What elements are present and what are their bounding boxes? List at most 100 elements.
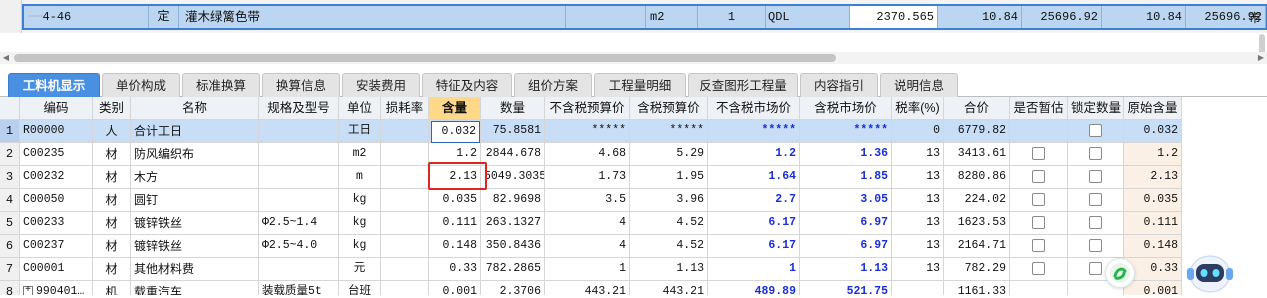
col-header-content[interactable]: 含量 — [429, 97, 481, 120]
cell-p1[interactable]: 4 — [545, 235, 630, 258]
cell-lock[interactable] — [1068, 235, 1124, 258]
table-row[interactable]: 4 C00050 材圆钉 kg 0.035 82.9698 3.5 3.96 2.7 3.05 13… — [0, 189, 1267, 212]
col-header[interactable]: 锁定数量 — [1068, 97, 1124, 120]
cell-qty[interactable]: 2.3706 — [481, 281, 545, 295]
cell-code[interactable]: C00237 — [20, 235, 93, 258]
cell-type[interactable]: 机 — [93, 281, 131, 295]
col-header[interactable]: 规格及型号 — [259, 97, 339, 120]
cell-p3[interactable]: 2.7 — [708, 189, 800, 212]
cell-unit[interactable]: 台班 — [339, 281, 381, 295]
cell-loss[interactable] — [381, 281, 429, 295]
cell-loss[interactable] — [381, 235, 429, 258]
cell-code[interactable]: C00050 — [20, 189, 93, 212]
checkbox[interactable] — [1089, 170, 1102, 184]
selected-quota-row[interactable]: ┈┈4-46 定 灌木绿篱色带 m2 1 QDL 2370.565 10.84 … — [22, 4, 1267, 30]
checkbox[interactable] — [1089, 216, 1102, 230]
checkbox[interactable] — [1032, 262, 1045, 276]
cell-p1[interactable]: 4.68 — [545, 143, 630, 166]
cell-total[interactable]: 224.02 — [944, 189, 1010, 212]
cell-total[interactable]: 2164.71 — [944, 235, 1010, 258]
assistant-logo-icon[interactable] — [1105, 258, 1135, 288]
cell-content[interactable]: 0.111 — [429, 212, 481, 235]
cell-p3[interactable]: 1.64 — [708, 166, 800, 189]
cell-loss[interactable] — [381, 212, 429, 235]
cell-orig[interactable]: 0.148 — [1124, 235, 1182, 258]
cell-lock[interactable] — [1068, 120, 1124, 143]
cell-orig[interactable]: 1.2 — [1124, 143, 1182, 166]
cell-p4[interactable]: 1.13 — [800, 258, 892, 281]
cell-tax[interactable]: 13 — [892, 166, 944, 189]
cell-orig[interactable]: 0.111 — [1124, 212, 1182, 235]
scroll-left-icon[interactable]: ◀ — [0, 52, 12, 64]
tab-conversion-info[interactable]: 换算信息 — [262, 73, 340, 97]
cell-est[interactable] — [1010, 212, 1068, 235]
col-header[interactable]: 原始含量 — [1124, 97, 1182, 120]
cell-code[interactable]: R00000 — [20, 120, 93, 143]
cell-tax[interactable]: 13 — [892, 212, 944, 235]
tab-pricing-scheme[interactable]: 组价方案 — [514, 73, 592, 97]
cell-p4[interactable]: 3.05 — [800, 189, 892, 212]
cell-type[interactable]: 材 — [93, 258, 131, 281]
cell-spec[interactable] — [259, 120, 339, 143]
col-header[interactable]: 编码 — [20, 97, 93, 120]
tab-unit-price[interactable]: 单价构成 — [102, 73, 180, 97]
checkbox[interactable] — [1089, 239, 1102, 253]
cell-p3[interactable]: 1 — [708, 258, 800, 281]
tab-features[interactable]: 特征及内容 — [422, 73, 512, 97]
cell-spec[interactable]: Φ2.5~4.0 — [259, 235, 339, 258]
tab-description[interactable]: 说明信息 — [880, 73, 958, 97]
col-header[interactable]: 不含税市场价 — [708, 97, 800, 120]
checkbox[interactable] — [1032, 170, 1045, 184]
tab-quantity-detail[interactable]: 工程量明细 — [594, 73, 686, 97]
cell-type[interactable]: 材 — [93, 189, 131, 212]
cell-loss[interactable] — [381, 189, 429, 212]
cell-lock[interactable] — [1068, 189, 1124, 212]
cell-est[interactable] — [1010, 166, 1068, 189]
cell-p3[interactable]: 6.17 — [708, 212, 800, 235]
cell-p4[interactable]: 6.97 — [800, 235, 892, 258]
col-header[interactable]: 单位 — [339, 97, 381, 120]
cell-p1[interactable]: ***** — [545, 120, 630, 143]
cell-est[interactable] — [1010, 281, 1068, 295]
table-row[interactable]: 8 +990401… 机载重汽车 装载质量5t 台班 0.001 2.3706 443.21 4… — [0, 281, 1267, 295]
cell-p1[interactable]: 1.73 — [545, 166, 630, 189]
cell-tax[interactable] — [892, 281, 944, 295]
cell-orig[interactable]: 0.035 — [1124, 189, 1182, 212]
cell-content[interactable]: 0.001 — [429, 281, 481, 295]
table-row[interactable]: 7 C00001 材其他材料费元 0.33 782.2865 1 1.13 1 1.13 13 78… — [0, 258, 1267, 281]
cell-loss[interactable] — [381, 120, 429, 143]
checkbox[interactable] — [1032, 193, 1045, 207]
cell-unit[interactable]: kg — [339, 189, 381, 212]
cell-spec[interactable]: Φ2.5~1.4 — [259, 212, 339, 235]
cell-code[interactable]: C00001 — [20, 258, 93, 281]
cell-loss[interactable] — [381, 258, 429, 281]
col-header[interactable]: 含税市场价 — [800, 97, 892, 120]
cell-lock[interactable] — [1068, 166, 1124, 189]
cell-qty[interactable]: 5049.3035 — [481, 166, 545, 189]
cell-no[interactable]: 6 — [0, 235, 20, 258]
cell-p2[interactable]: 4.52 — [630, 235, 708, 258]
cell-p2[interactable]: 1.13 — [630, 258, 708, 281]
cell-no[interactable]: 4 — [0, 189, 20, 212]
cell-qty[interactable]: 2844.678 — [481, 143, 545, 166]
checkbox[interactable] — [1089, 124, 1102, 138]
cell-total[interactable]: 782.29 — [944, 258, 1010, 281]
cell-name[interactable]: 载重汽车 — [131, 281, 259, 295]
cell-name[interactable]: 防风编织布 — [131, 143, 259, 166]
tab-graphic-quantity[interactable]: 反查图形工程量 — [688, 73, 798, 97]
cell-est[interactable] — [1010, 235, 1068, 258]
cell-orig[interactable]: 0.032 — [1124, 120, 1182, 143]
table-row[interactable]: 3 C00232 材木方 m 2.13 5049.3035 1.73 1.95 1.64 1.85… — [0, 166, 1267, 189]
cell-code[interactable]: +990401… — [20, 281, 93, 295]
cell-name[interactable]: 其他材料费 — [131, 258, 259, 281]
cell-name[interactable]: 合计工日 — [131, 120, 259, 143]
cell-est[interactable] — [1010, 258, 1068, 281]
cell-tax[interactable]: 13 — [892, 143, 944, 166]
checkbox[interactable] — [1032, 147, 1045, 161]
col-header[interactable]: 损耗率 — [381, 97, 429, 120]
cell-no[interactable]: 1 — [0, 120, 20, 143]
cell-p2[interactable]: 443.21 — [630, 281, 708, 295]
quota-amount[interactable]: 2370.565 — [850, 6, 938, 28]
cell-type[interactable]: 材 — [93, 212, 131, 235]
horizontal-scrollbar-thumb[interactable] — [14, 54, 836, 62]
